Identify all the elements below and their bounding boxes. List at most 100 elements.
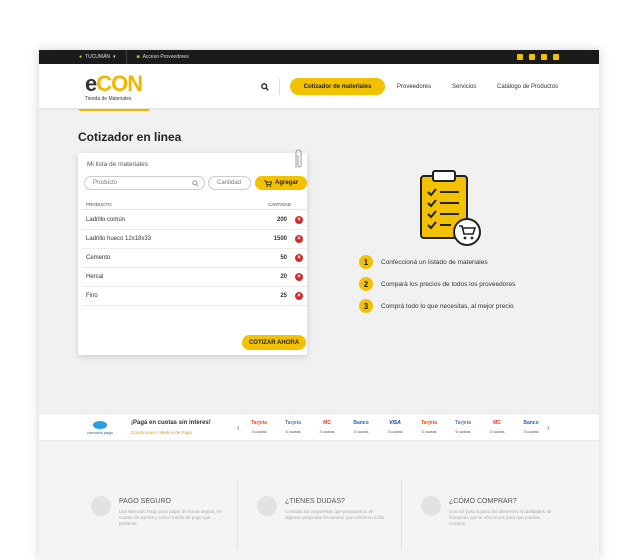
table-row: Ladrillo hueco 12x18x33 1500 × — [82, 230, 307, 249]
card-logo: Tarjeta — [284, 420, 302, 426]
payment-title: ¡Pagá en cuotas sin interes! — [131, 420, 211, 426]
materials-list-card: Mi lista de materiales Producto Cantidad… — [78, 149, 307, 355]
clipboard-checklist-icon — [420, 170, 481, 246]
installments: 3 cuotas — [353, 429, 369, 434]
site-header: eCON Tienda de Materiales Cotizador de m… — [39, 63, 599, 111]
footer-title: ¿TIENES DUDAS? — [285, 498, 345, 505]
paperclip-icon — [295, 149, 302, 168]
nav-proveedores[interactable]: Proveedores — [397, 84, 431, 90]
payment-option: Tarjeta 3 cuotas — [415, 418, 443, 434]
chevron-down-icon: ▾ — [113, 54, 116, 60]
table-row: Cemento 50 × — [82, 249, 307, 268]
remove-icon[interactable]: × — [295, 292, 303, 300]
quoter-button[interactable]: Cotizador de materiales — [290, 78, 385, 95]
youtube-icon[interactable] — [553, 54, 559, 60]
location-pin-icon: ● — [79, 54, 83, 60]
footer: PAGO SEGURO Usa Mercado Pago para pagar … — [39, 442, 599, 560]
col-quantity: CANTIDAD — [268, 202, 292, 207]
chevron-left-icon[interactable]: ‹ — [237, 423, 240, 432]
payment-option: Tarjeta 3 cuotas — [245, 418, 273, 434]
add-button[interactable]: Agregar — [255, 176, 307, 190]
installments: 3 cuotas — [489, 429, 505, 434]
card-logo: VISA — [389, 420, 401, 426]
quantity-placeholder: Cantidad — [217, 180, 242, 186]
nav-servicios[interactable]: Servicios — [452, 84, 476, 90]
step-text: Comparà los precios de todos los proveed… — [381, 280, 516, 288]
quote-now-button[interactable]: COTIZAR AHORA — [242, 335, 306, 350]
payment-option: VISA 3 cuotas — [381, 418, 409, 434]
card-logo: Banco — [523, 420, 539, 426]
table-header: PRODUCTO CANTIDAD — [82, 200, 307, 210]
facebook-icon[interactable] — [517, 54, 523, 60]
footer-divider — [401, 480, 402, 550]
chevron-right-icon[interactable]: › — [547, 423, 550, 432]
installments: 3 cuotas — [421, 429, 437, 434]
col-product: PRODUCTO — [86, 202, 112, 207]
social-links — [517, 54, 599, 60]
product-input[interactable]: Producto — [84, 176, 205, 190]
card-logo: Tarjeta — [420, 420, 438, 426]
card-logo: Banco — [353, 420, 369, 426]
nav-catalogo[interactable]: Catálogo de Productos — [497, 84, 558, 90]
logo-e: e — [85, 71, 97, 96]
support-icon — [257, 496, 277, 516]
footer-title: PAGO SEGURO — [119, 498, 171, 505]
footer-divider — [237, 480, 238, 550]
twitter-icon[interactable] — [529, 54, 535, 60]
step-item: 3 Comprá todo lo que necesitas, al mejor… — [359, 299, 514, 313]
instagram-icon[interactable] — [541, 54, 547, 60]
footer-title: ¿CÓMO COMPRAR? — [449, 498, 517, 505]
row-product: Fino — [86, 293, 98, 299]
remove-icon[interactable]: × — [295, 273, 303, 281]
logo-underline — [79, 109, 149, 111]
site-logo[interactable]: eCON Tienda de Materiales — [79, 63, 149, 111]
card-logo: MC — [493, 420, 501, 426]
supplier-access-link[interactable]: ■ Acceso Proveedores — [127, 54, 189, 60]
browser-frame: ● TUCUMÁN ▾ ■ Acceso Proveedores eCON Ti… — [39, 50, 599, 560]
payment-option: MC 3 cuotas — [483, 418, 511, 434]
search-icon — [192, 180, 199, 187]
step-text: Confeccioná un listado de materiales — [381, 258, 488, 266]
step-number: 1 — [359, 255, 373, 269]
supplier-access-label: Acceso Proveedores — [142, 54, 189, 60]
step-number: 3 — [359, 299, 373, 313]
step-text: Comprá todo lo que necesitas, al mejor p… — [381, 302, 514, 310]
card-logo: Tarjeta — [454, 420, 472, 426]
payment-strip: mercado pago ¡Pagá en cuotas sin interes… — [39, 413, 599, 441]
card-logo: MC — [323, 420, 331, 426]
payment-links[interactable]: Condiciones | Medios de Pago — [131, 430, 192, 435]
city-selector[interactable]: ● TUCUMÁN ▾ — [79, 50, 127, 64]
step-number: 2 — [359, 277, 373, 291]
row-product: Ladrillo común — [86, 217, 126, 223]
step-item: 1 Confeccioná un listado de materiales — [359, 255, 488, 269]
card-icon — [91, 496, 111, 516]
add-button-label: Agregar — [274, 180, 298, 186]
remove-icon[interactable]: × — [295, 235, 303, 243]
user-icon: ■ — [136, 54, 140, 60]
row-quantity: 1500 — [273, 236, 287, 242]
logo-con: CON — [96, 71, 143, 96]
card-title: Mi lista de materiales — [87, 161, 149, 168]
cart-icon — [421, 496, 441, 516]
quantity-input[interactable]: Cantidad — [208, 176, 251, 190]
city-label: TUCUMÁN — [85, 54, 111, 60]
remove-icon[interactable]: × — [295, 216, 303, 224]
payment-option: Banco 3 cuotas — [517, 418, 545, 434]
product-placeholder: Producto — [93, 180, 118, 186]
payment-option: Tarjeta 6 cuotas — [279, 418, 307, 434]
mercado-pago-text: mercado pago — [87, 430, 113, 435]
mercado-pago-logo: mercado pago — [85, 421, 115, 435]
footer-desc: Consulta las respuestas que preparamos d… — [285, 509, 386, 520]
installments: 3 cuotas — [319, 429, 335, 434]
header-divider — [279, 79, 280, 95]
row-quantity: 200 — [276, 217, 287, 223]
installments: 6 cuotas — [455, 429, 471, 434]
top-bar: ● TUCUMÁN ▾ ■ Acceso Proveedores — [39, 50, 599, 64]
remove-icon[interactable]: × — [295, 254, 303, 262]
installments: 3 cuotas — [251, 429, 267, 434]
table-row: Fino 25 × — [82, 287, 307, 306]
payment-option: Banco 3 cuotas — [347, 418, 375, 434]
installments: 3 cuotas — [523, 429, 539, 434]
row-quantity: 25 — [280, 293, 287, 299]
search-icon[interactable] — [261, 83, 269, 91]
